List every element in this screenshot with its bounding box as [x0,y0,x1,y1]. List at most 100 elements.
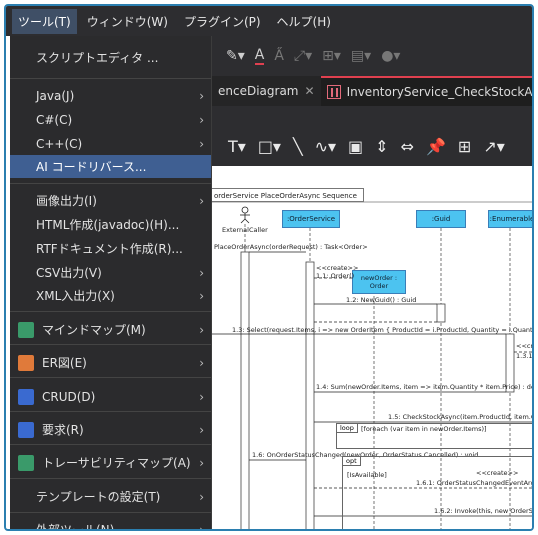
font-color-icon[interactable]: A [254,47,265,65]
rectangle-tool-icon[interactable]: □▾ [258,137,281,156]
message-label: 1.3: Select(request.Items, i => new Orde… [232,326,534,334]
lifeline-guid[interactable]: :Guid [416,210,466,228]
message-label: 1.3.1: Ord [516,352,534,360]
image-tool-icon[interactable]: ▣ [348,137,363,156]
menu-separator [10,444,211,445]
tab-sequence-diagram[interactable]: enceDiagram ✕ [212,76,321,106]
lifeline-enumerable[interactable]: :Enumerable [488,210,532,228]
frame-title: orderService PlaceOrderAsync Sequence [212,188,364,202]
message-label: 1.6.1: OrderStatusChangedEventArgs(orde [416,479,532,487]
fragment-tag: loop [337,424,358,433]
opt-guard: [IsAvailable] [347,471,387,479]
diagram-toolbar: T▾ □▾ ╲ ∿▾ ▣ ⇕ ⇔ 📌 ⊞ ↗▾ [212,106,532,166]
menu-separator [10,183,211,184]
menu-item-crud[interactable]: CRUD(D) › [10,385,211,408]
er-icon [18,354,34,371]
message-label: <<create>> [476,469,519,477]
pin-icon[interactable]: 📌 [426,137,446,156]
menu-window[interactable]: ウィンドウ(W) [81,9,174,34]
menu-separator [10,411,211,412]
tab-label: InventoryService_CheckStockAsync_Seq [346,85,533,99]
text-tool-icon[interactable]: T▾ [228,137,246,156]
chevron-right-icon: › [199,112,204,127]
crud-icon [18,388,34,405]
menu-item-requirement[interactable]: 要求(R) › [10,418,211,441]
requirement-icon [18,421,34,438]
menu-item-ai-code-reverse[interactable]: AI コードリバース... [10,155,211,178]
menu-separator [10,512,211,513]
menu-separator [10,478,211,479]
menu-item-template-settings[interactable]: テンプレートの設定(T) › [10,485,211,508]
opt-fragment[interactable]: opt [IsAvailable] [342,456,532,529]
align-icon[interactable]: ⊞▾ [322,48,341,64]
message-label: 1.4: Sum(newOrder.Items, item => item.Qu… [316,383,534,391]
menu-item-java[interactable]: Java(J) › [10,84,211,107]
loop-fragment[interactable]: loop [foreach (var item in newOrder.Item… [336,423,532,449]
diagram-tabs: enceDiagram ✕ InventoryService_CheckStoc… [212,76,533,106]
menu-item-cpp[interactable]: C++(C) › [10,132,211,155]
menu-help[interactable]: ヘルプ(H) [271,9,337,34]
message-label: 1.2: NewGuid() : Guid [346,296,417,304]
menu-item-csv-export[interactable]: CSV出力(V) › [10,261,211,284]
created-object-box[interactable]: newOrder : Order [352,270,406,294]
menubar: ツール(T) ウィンドウ(W) プラグイン(P) ヘルプ(H) [6,6,532,36]
chevron-right-icon: › [199,136,204,151]
sequence-diagram-icon [326,85,341,99]
menu-item-traceability[interactable]: トレーサビリティマップ(A) › [10,451,211,474]
message-label: <<create>> [516,342,533,350]
horizontal-space-icon[interactable]: ⇔ [401,137,414,156]
menu-item-rtf-document[interactable]: RTFドキュメント作成(R)... [10,237,211,260]
menu-plugin[interactable]: プラグイン(P) [178,9,267,34]
diagram-canvas[interactable]: orderService PlaceOrderAsync Sequence Ex… [212,166,534,529]
message-label: 1.1: Order() [316,272,355,280]
menu-separator [10,344,211,345]
line-style-icon[interactable]: ⤢▾ [294,48,312,64]
pen-icon[interactable]: ✎▾ [226,48,245,64]
close-icon[interactable]: ✕ [305,84,315,98]
font-size-icon[interactable]: A̋ [274,48,284,64]
chevron-right-icon: › [199,322,204,337]
message-label: <<create>> [316,264,359,272]
actor-label: ExternalCaller [222,226,268,234]
lifeline-order-service[interactable]: :OrderService [282,210,340,228]
chevron-right-icon: › [199,193,204,208]
message-label: 1.6.2: Invoke(this, new OrderStatu [434,507,533,515]
tab-label: enceDiagram [218,84,299,98]
chevron-right-icon: › [199,88,204,103]
chevron-right-icon: › [199,455,204,470]
color-fill-icon[interactable]: ●▾ [381,48,400,64]
vertical-space-icon[interactable]: ⇕ [375,137,388,156]
traceability-icon [18,454,34,471]
fragment-tag: opt [343,457,361,466]
message-label: PlaceOrderAsync(orderRequest) : Task<Ord… [214,243,368,251]
mindmap-icon [18,321,34,338]
format-toolbar: ✎▾ A A̋ ⤢▾ ⊞▾ ▤▾ ●▾ [212,36,532,76]
loop-guard: [foreach (var item in newOrder.Items)] [361,425,487,433]
chevron-right-icon: › [199,389,204,404]
menu-separator [10,377,211,378]
menu-item-image-export[interactable]: 画像出力(I) › [10,189,211,212]
tools-dropdown-menu: スクリプトエディタ ... Java(J) › C#(C) › C++(C) ›… [10,36,212,531]
app-window: ツール(T) ウィンドウ(W) プラグイン(P) ヘルプ(H) ✎▾ A A̋ … [4,4,534,531]
distribute-icon[interactable]: ▤▾ [351,48,371,64]
menu-item-script-editor[interactable]: スクリプトエディタ ... [10,46,211,69]
menu-item-xml-io[interactable]: XML入出力(X) › [10,284,211,307]
chevron-right-icon: › [199,489,204,504]
chevron-right-icon: › [199,522,204,531]
chevron-right-icon: › [199,288,204,303]
curve-tool-icon[interactable]: ∿▾ [315,137,336,156]
chevron-right-icon: › [199,265,204,280]
menu-item-external-tools[interactable]: 外部ツール(N) › [10,518,211,531]
menu-item-csharp[interactable]: C#(C) › [10,108,211,131]
chevron-right-icon: › [199,355,204,370]
chevron-right-icon: › [199,422,204,437]
menu-item-html-javadoc[interactable]: HTML作成(javadoc)(H)... [10,213,211,236]
menu-item-mindmap[interactable]: マインドマップ(M) › [10,318,211,341]
line-tool-icon[interactable]: ╲ [293,137,303,156]
tab-inventory-service[interactable]: InventoryService_CheckStockAsync_Seq [320,76,533,106]
add-frame-icon[interactable]: ⊞ [458,137,471,156]
menu-tools[interactable]: ツール(T) [12,8,77,34]
arrow-tool-icon[interactable]: ↗▾ [483,137,504,156]
menu-separator [10,311,211,312]
menu-item-er-diagram[interactable]: ER図(E) › [10,351,211,374]
